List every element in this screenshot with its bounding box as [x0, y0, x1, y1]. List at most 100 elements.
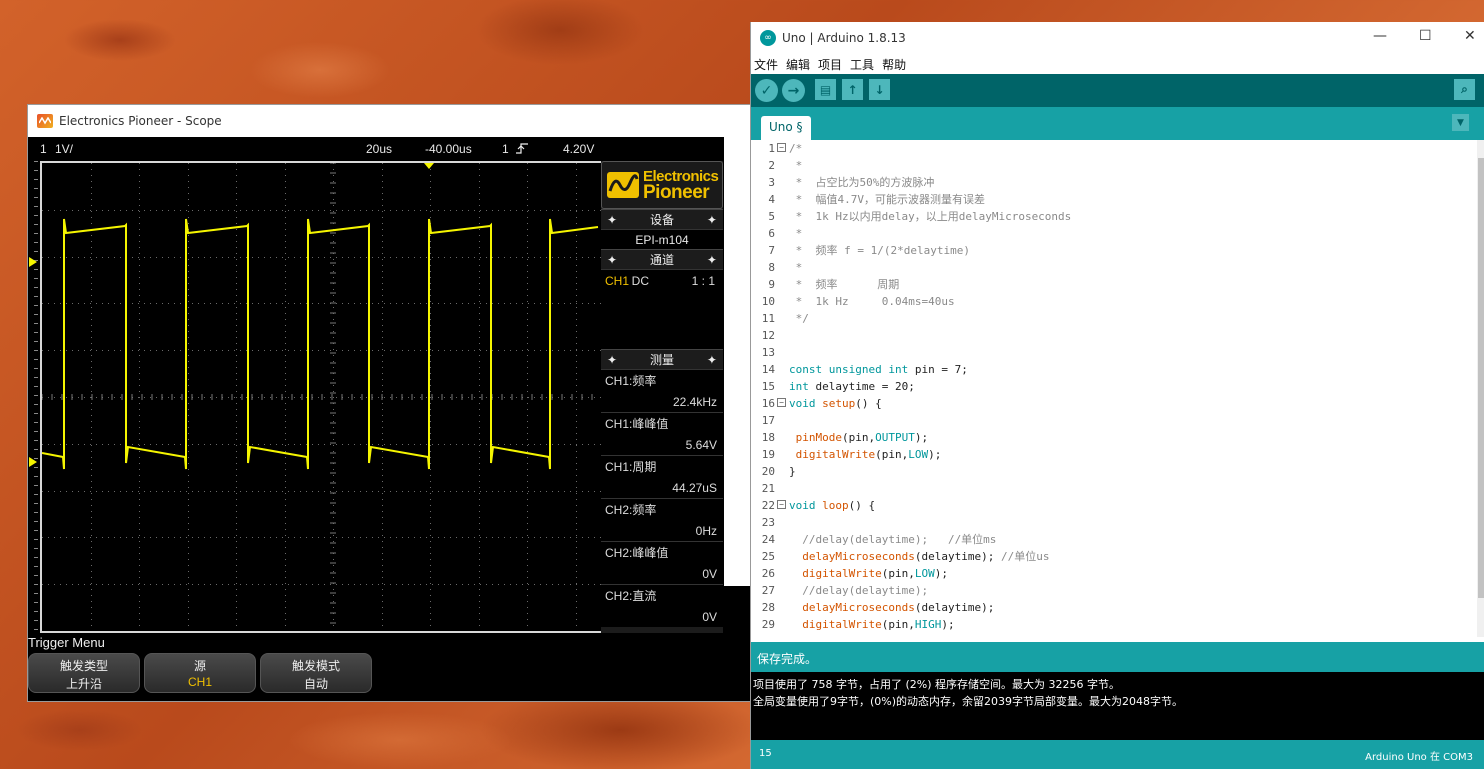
- code-line[interactable]: 20}: [751, 463, 1471, 480]
- grid-dot: [198, 444, 199, 445]
- grid-dot: [198, 303, 199, 304]
- grid-dot: [402, 537, 403, 538]
- grid-dot: [408, 537, 409, 538]
- code-line[interactable]: 12: [751, 327, 1471, 344]
- code-line[interactable]: 3 * 占空比为50%的方波脉冲: [751, 174, 1471, 191]
- code-line[interactable]: 5 * 1k Hz以内用delay，以上用delayMicroseconds: [751, 208, 1471, 225]
- menu-edit[interactable]: 编辑: [786, 54, 810, 74]
- close-icon[interactable]: ✕: [1464, 28, 1476, 44]
- minimize-icon[interactable]: —: [1373, 28, 1387, 44]
- volts-per-div[interactable]: 1V/: [55, 142, 73, 156]
- code-line[interactable]: 19 digitalWrite(pin,LOW);: [751, 446, 1471, 463]
- upload-button[interactable]: →: [782, 79, 805, 102]
- fold-toggle-icon[interactable]: −: [777, 143, 786, 152]
- device-header[interactable]: ✦ 设备 ✦: [601, 209, 723, 229]
- measurement-item[interactable]: CH1:峰峰值 5.64V: [601, 412, 723, 455]
- tab-uno[interactable]: Uno §: [761, 116, 811, 140]
- measure-header[interactable]: ✦ 测量 ✦: [601, 349, 723, 369]
- code-line[interactable]: 23: [751, 514, 1471, 531]
- grid-dot: [480, 303, 481, 304]
- fold-toggle-icon[interactable]: −: [777, 398, 786, 407]
- grid-dot: [479, 451, 480, 452]
- code-line[interactable]: 14 const unsigned int pin = 7;: [751, 361, 1471, 378]
- timebase[interactable]: 20us: [366, 142, 392, 156]
- menu-sketch[interactable]: 项目: [818, 54, 842, 74]
- open-button[interactable]: ↑: [842, 79, 863, 100]
- trigger-type-button[interactable]: 触发类型 上升沿: [28, 653, 140, 693]
- grid-dot: [527, 433, 528, 434]
- measurement-item[interactable]: CH2:频率 0Hz: [601, 498, 723, 541]
- code-line[interactable]: 13: [751, 344, 1471, 361]
- code-line[interactable]: 17: [751, 412, 1471, 429]
- trigger-source-button[interactable]: 源 CH1: [144, 653, 256, 693]
- code-line[interactable]: 10 * 1k Hz 0.04ms=40us: [751, 293, 1471, 310]
- verify-button[interactable]: ✓: [755, 79, 778, 102]
- grid-dot: [306, 397, 307, 398]
- grid-dot: [285, 343, 286, 344]
- measurement-item[interactable]: CH1:周期 44.27uS: [601, 455, 723, 498]
- code-line[interactable]: 28 delayMicroseconds(delaytime);: [751, 599, 1471, 616]
- fold-toggle-icon[interactable]: −: [777, 500, 786, 509]
- grid-dot: [282, 210, 283, 211]
- code-line[interactable]: 11 */: [751, 310, 1471, 327]
- grid-dot: [188, 343, 189, 344]
- grid-dot: [236, 385, 237, 386]
- menu-help[interactable]: 帮助: [882, 54, 906, 74]
- channel-header[interactable]: ✦ 通道 ✦: [601, 249, 723, 269]
- code-line[interactable]: 4 * 幅值4.7V，可能示波器测量有误差: [751, 191, 1471, 208]
- code-line[interactable]: 24 //delay(delaytime); //单位ms: [751, 531, 1471, 548]
- code-line[interactable]: 25 delayMicroseconds(delaytime); //单位us: [751, 548, 1471, 565]
- code-line[interactable]: 22− void loop() {: [751, 497, 1471, 514]
- code-line[interactable]: 26 digitalWrite(pin,LOW);: [751, 565, 1471, 582]
- time-offset[interactable]: -40.00us: [425, 142, 472, 156]
- grid-dot: [139, 199, 140, 200]
- editor-scrollbar[interactable]: [1477, 140, 1484, 637]
- code-line[interactable]: 21: [751, 480, 1471, 497]
- ruler-tick: [34, 224, 38, 225]
- tab-menu-button[interactable]: ▼: [1452, 114, 1469, 131]
- code-editor[interactable]: 1−/* 2 * 3 * 占空比为50%的方波脉冲 4 * 幅值4.7V，可能示波器测…: [751, 140, 1484, 637]
- grid-dot: [430, 283, 431, 284]
- code-line[interactable]: 15 int delaytime = 20;: [751, 378, 1471, 395]
- trigger-level[interactable]: 4.20V: [563, 142, 594, 156]
- measurement-item[interactable]: CH2:峰峰值 0V: [601, 541, 723, 584]
- grid-dot: [382, 619, 383, 620]
- save-button[interactable]: ↓: [869, 79, 890, 100]
- code-line[interactable]: 8 *: [751, 259, 1471, 276]
- grid-dot: [139, 253, 140, 254]
- grid-dot: [576, 457, 577, 458]
- grid-dot: [527, 457, 528, 458]
- code-line[interactable]: 1−/*: [751, 140, 1471, 157]
- ruler-tick: [34, 332, 38, 333]
- grid-dot: [333, 487, 334, 488]
- measurement-item[interactable]: CH1:频率 22.4kHz: [601, 369, 723, 412]
- new-button[interactable]: ▤: [815, 79, 836, 100]
- code-line[interactable]: 6 *: [751, 225, 1471, 242]
- code-line[interactable]: 16− void setup() {: [751, 395, 1471, 412]
- code-line[interactable]: 7 * 频率 f = 1/(2*delaytime): [751, 242, 1471, 259]
- menu-file[interactable]: 文件: [754, 54, 778, 74]
- serial-monitor-button[interactable]: ⌕: [1454, 79, 1475, 100]
- code-line[interactable]: 18 pinMode(pin,OUTPUT);: [751, 429, 1471, 446]
- code-line[interactable]: 27 //delay(delaytime);: [751, 582, 1471, 599]
- grid-dot: [96, 397, 97, 398]
- code-line[interactable]: 9 * 频率 周期: [751, 276, 1471, 293]
- scrollbar-thumb[interactable]: [1478, 158, 1484, 598]
- measurement-item[interactable]: CH2:直流 0V: [601, 584, 723, 627]
- grid-dot: [236, 343, 237, 344]
- channel-settings[interactable]: CH1 DC 1 : 1: [601, 269, 723, 349]
- grid-dot: [426, 584, 427, 585]
- code-line[interactable]: 2 *: [751, 157, 1471, 174]
- grid-dot: [336, 584, 337, 585]
- grid-dot: [382, 355, 383, 356]
- maximize-icon[interactable]: ☐: [1419, 28, 1432, 44]
- code-line[interactable]: 29 digitalWrite(pin,HIGH);: [751, 616, 1471, 633]
- scope-display[interactable]: [40, 161, 626, 633]
- menu-tools[interactable]: 工具: [850, 54, 874, 74]
- grid-dot: [91, 493, 92, 494]
- trigger-mode-button[interactable]: 触发模式 自动: [260, 653, 372, 693]
- grid-dot: [42, 491, 43, 492]
- arduino-window-title: Uno | Arduino 1.8.13: [782, 31, 906, 45]
- grid-dot: [430, 265, 431, 266]
- grid-dot: [576, 319, 577, 320]
